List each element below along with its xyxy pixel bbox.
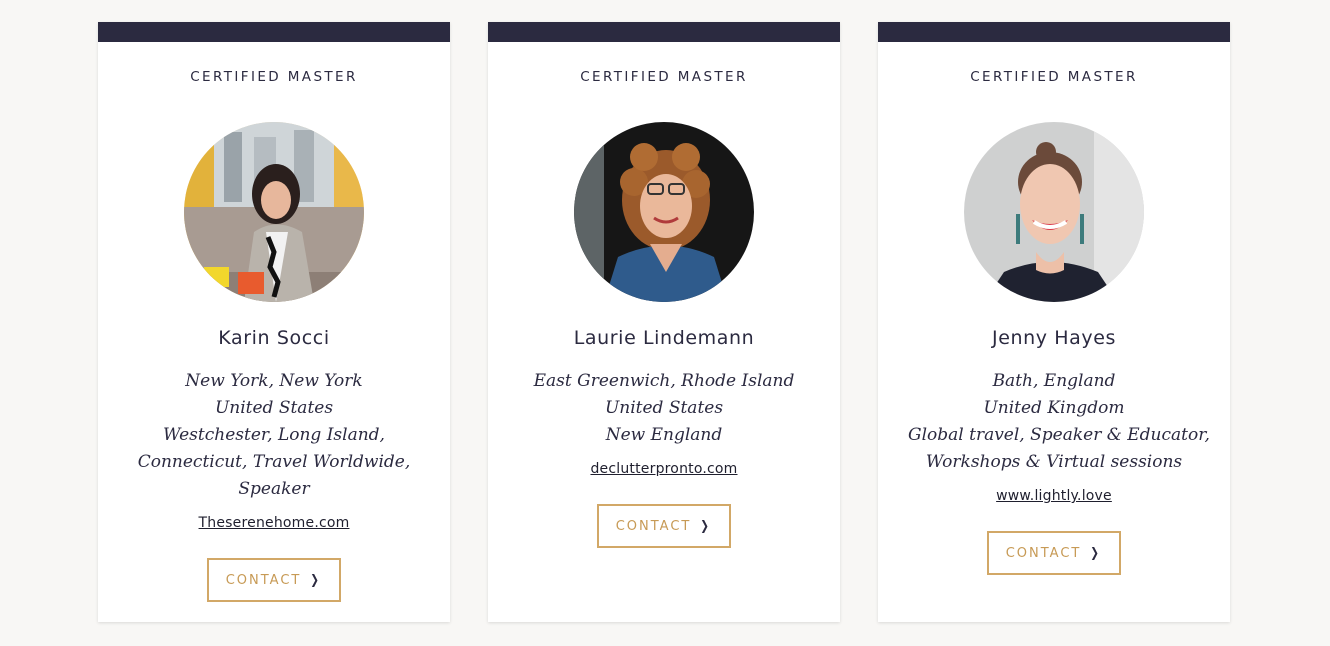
avatar xyxy=(184,122,364,302)
location-line: New England xyxy=(605,425,723,445)
location-line: East Greenwich, Rhode Island xyxy=(533,371,795,391)
location-line: Speaker xyxy=(238,479,310,499)
card-top-bar xyxy=(488,22,840,42)
location-line: Connecticut, Travel Worldwide, xyxy=(137,452,411,472)
location: Bath, England United Kingdom Global trav… xyxy=(878,368,1230,476)
contact-label: CONTACT xyxy=(225,572,302,588)
consultant-card: CERTIFIED MASTER Laurie Lindemann East G… xyxy=(488,22,840,622)
location-line: New York, New York xyxy=(185,371,363,391)
avatar xyxy=(964,122,1144,302)
consultant-card: CERTIFIED MASTER Karin Socci New York, N… xyxy=(98,22,450,622)
contact-button[interactable]: CONTACT ❯ xyxy=(207,558,341,602)
chevron-right-icon: ❯ xyxy=(700,518,711,534)
card-top-bar xyxy=(98,22,450,42)
contact-label: CONTACT xyxy=(1005,545,1082,561)
location: New York, New York United States Westche… xyxy=(98,368,450,503)
location-line: United Kingdom xyxy=(983,398,1125,418)
certification-badge: CERTIFIED MASTER xyxy=(970,69,1138,85)
consultant-cards: CERTIFIED MASTER Karin Socci New York, N… xyxy=(0,0,1330,646)
location: East Greenwich, Rhode Island United Stat… xyxy=(488,368,840,449)
location-line: Westchester, Long Island, xyxy=(163,425,385,445)
consultant-name: Jenny Hayes xyxy=(991,327,1117,349)
website-link[interactable]: declutterpronto.com xyxy=(590,461,737,477)
card-top-bar xyxy=(878,22,1230,42)
website-link[interactable]: www.lightly.love xyxy=(996,488,1112,504)
contact-button[interactable]: CONTACT ❯ xyxy=(987,531,1121,575)
location-line: Workshops & Virtual sessions xyxy=(925,452,1183,472)
location-line: Bath, England xyxy=(992,371,1116,391)
location-line: United States xyxy=(214,398,334,418)
chevron-right-icon: ❯ xyxy=(310,572,321,588)
website-link[interactable]: Theserenehome.com xyxy=(199,515,350,531)
avatar xyxy=(574,122,754,302)
contact-button[interactable]: CONTACT ❯ xyxy=(597,504,731,548)
location-line: United States xyxy=(604,398,724,418)
chevron-right-icon: ❯ xyxy=(1090,545,1101,561)
contact-label: CONTACT xyxy=(615,518,692,534)
certification-badge: CERTIFIED MASTER xyxy=(190,69,358,85)
consultant-name: Laurie Lindemann xyxy=(573,327,755,349)
certification-badge: CERTIFIED MASTER xyxy=(580,69,748,85)
consultant-card: CERTIFIED MASTER Jenny Hayes Bath, Engla… xyxy=(878,22,1230,622)
consultant-name: Karin Socci xyxy=(218,327,330,349)
location-line: Global travel, Speaker & Educator, xyxy=(908,425,1210,445)
